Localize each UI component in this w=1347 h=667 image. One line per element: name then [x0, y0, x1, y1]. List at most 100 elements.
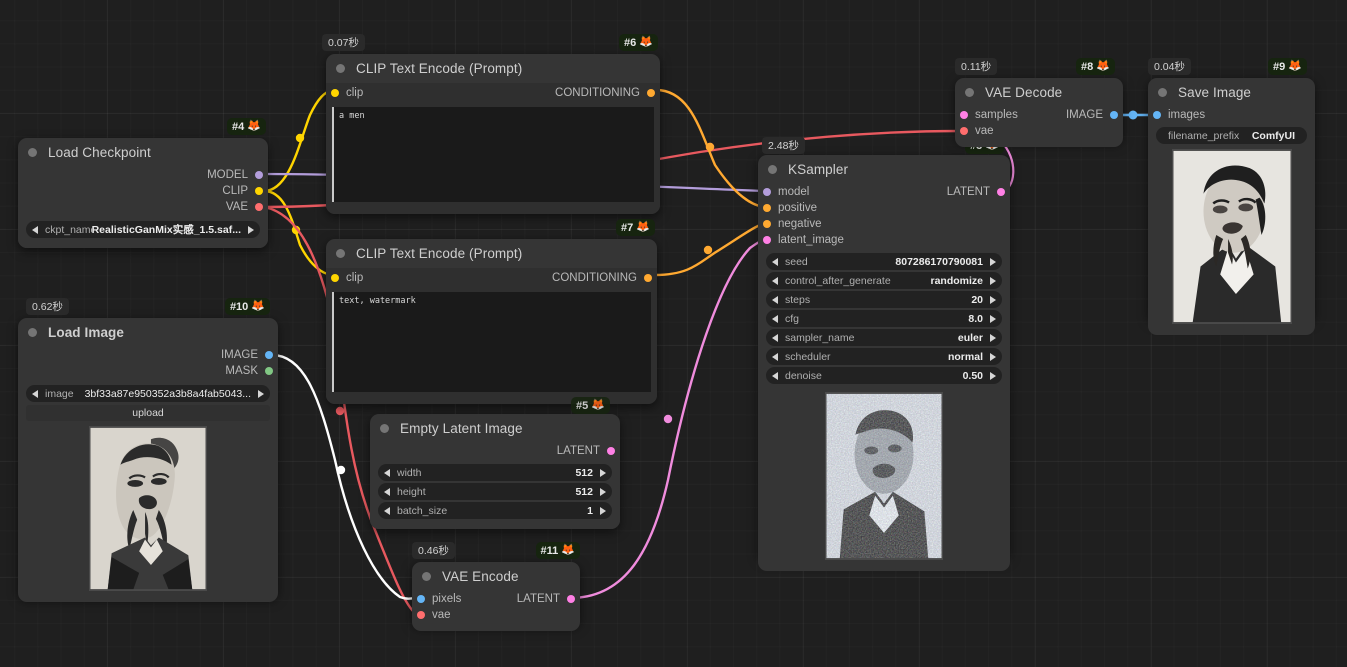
output-dot-model-icon[interactable]: [255, 171, 263, 179]
input-dot-model-icon[interactable]: [763, 188, 771, 196]
increment-arrow-icon[interactable]: [990, 295, 996, 304]
decrement-arrow-icon[interactable]: [772, 276, 778, 285]
widget-sampler-name[interactable]: sampler_name euler: [766, 329, 1002, 346]
input-dot-positive-icon[interactable]: [763, 204, 771, 212]
decrement-arrow-icon[interactable]: [384, 487, 390, 496]
collapse-dot-icon[interactable]: [422, 572, 431, 581]
widget-batch-size[interactable]: batch_size 1: [378, 502, 612, 519]
node-title-clip-negative[interactable]: CLIP Text Encode (Prompt): [326, 239, 657, 268]
node-clip-text-encode-negative[interactable]: #7 🦊 CLIP Text Encode (Prompt) clip COND…: [326, 219, 657, 404]
increment-arrow-icon[interactable]: [990, 314, 996, 323]
increment-arrow-icon[interactable]: [248, 225, 254, 234]
increment-arrow-icon[interactable]: [258, 389, 264, 398]
collapse-dot-icon[interactable]: [1158, 88, 1167, 97]
comfyui-graph-canvas[interactable]: #4 🦊 Load Checkpoint MODEL CLIP VAE ckpt…: [0, 0, 1347, 667]
output-dot-image-icon[interactable]: [265, 351, 273, 359]
decrement-arrow-icon[interactable]: [772, 295, 778, 304]
output-slot-latent[interactable]: LATENT: [370, 443, 620, 459]
node-title-vae-encode[interactable]: VAE Encode: [412, 562, 580, 591]
node-title-load-checkpoint[interactable]: Load Checkpoint: [18, 138, 268, 167]
decrement-arrow-icon[interactable]: [772, 257, 778, 266]
decrement-arrow-icon[interactable]: [32, 225, 38, 234]
output-dot-vae-icon[interactable]: [255, 203, 263, 211]
output-dot-latent-icon[interactable]: [607, 447, 615, 455]
decrement-arrow-icon[interactable]: [772, 314, 778, 323]
node-title-save-image[interactable]: Save Image: [1148, 78, 1315, 107]
upload-button[interactable]: upload: [26, 405, 270, 421]
image-preview-save-image[interactable]: [1171, 149, 1292, 324]
decrement-arrow-icon[interactable]: [772, 371, 778, 380]
output-dot-mask-icon[interactable]: [265, 367, 273, 375]
input-dot-clip-icon[interactable]: [331, 89, 339, 97]
increment-arrow-icon[interactable]: [600, 468, 606, 477]
decrement-arrow-icon[interactable]: [772, 352, 778, 361]
widget-cfg[interactable]: cfg 8.0: [766, 310, 1002, 327]
widget-image-file[interactable]: image 3bf33a87e950352a3b8a4fab5043...: [26, 385, 270, 402]
widget-ckpt-name[interactable]: ckpt_name RealisticGanMix实感_1.5.saf...: [26, 221, 260, 238]
input-dot-clip-icon[interactable]: [331, 274, 339, 282]
widget-filename-prefix[interactable]: filename_prefix ComfyUI: [1156, 127, 1307, 144]
collapse-dot-icon[interactable]: [336, 64, 345, 73]
node-vae-decode[interactable]: 0.11秒 #8 🦊 VAE Decode samples IMAGE vae: [955, 58, 1123, 147]
node-vae-encode[interactable]: 0.46秒 #11 🦊 VAE Encode pixels LATENT vae: [412, 542, 580, 631]
widget-steps[interactable]: steps 20: [766, 291, 1002, 308]
node-clip-text-encode-positive[interactable]: 0.07秒 #6 🦊 CLIP Text Encode (Prompt) cli…: [322, 34, 660, 214]
node-title-empty-latent[interactable]: Empty Latent Image: [370, 414, 620, 443]
collapse-dot-icon[interactable]: [28, 328, 37, 337]
decrement-arrow-icon[interactable]: [772, 333, 778, 342]
input-slot-images[interactable]: images: [1148, 107, 1315, 123]
input-dot-vae-icon[interactable]: [417, 611, 425, 619]
output-dot-image-icon[interactable]: [1110, 111, 1118, 119]
node-title-ksampler[interactable]: KSampler: [758, 155, 1010, 184]
increment-arrow-icon[interactable]: [990, 352, 996, 361]
output-dot-latent-icon[interactable]: [997, 188, 1005, 196]
output-slot-clip[interactable]: CLIP: [18, 183, 268, 199]
widget-width[interactable]: width 512: [378, 464, 612, 481]
node-save-image[interactable]: 0.04秒 #9 🦊 Save Image images filename_pr…: [1148, 58, 1315, 335]
widget-control-after-generate[interactable]: control_after_generate randomize: [766, 272, 1002, 289]
widget-denoise[interactable]: denoise 0.50: [766, 367, 1002, 384]
collapse-dot-icon[interactable]: [768, 165, 777, 174]
input-slot-latent-image[interactable]: latent_image: [758, 232, 1010, 248]
prompt-textarea-positive[interactable]: a men: [332, 107, 654, 202]
node-title-clip-positive[interactable]: CLIP Text Encode (Prompt): [326, 54, 660, 83]
input-dot-vae-icon[interactable]: [960, 127, 968, 135]
increment-arrow-icon[interactable]: [990, 257, 996, 266]
increment-arrow-icon[interactable]: [990, 333, 996, 342]
collapse-dot-icon[interactable]: [28, 148, 37, 157]
decrement-arrow-icon[interactable]: [384, 506, 390, 515]
output-slot-vae[interactable]: VAE: [18, 199, 268, 215]
node-load-image[interactable]: 0.62秒 #10 🦊 Load Image IMAGE MASK image …: [18, 298, 278, 602]
output-slot-image[interactable]: IMAGE: [18, 347, 278, 363]
node-ksampler[interactable]: 2.48秒 #3 🦊 KSampler model LATENT positiv…: [758, 137, 1010, 571]
widget-height[interactable]: height 512: [378, 483, 612, 500]
prompt-textarea-negative[interactable]: text, watermark: [332, 292, 651, 392]
output-slot-mask[interactable]: MASK: [18, 363, 278, 379]
input-dot-negative-icon[interactable]: [763, 220, 771, 228]
increment-arrow-icon[interactable]: [600, 506, 606, 515]
node-empty-latent-image[interactable]: #5 🦊 Empty Latent Image LATENT width 512…: [370, 397, 620, 529]
input-dot-pixels-icon[interactable]: [417, 595, 425, 603]
widget-scheduler[interactable]: scheduler normal: [766, 348, 1002, 365]
decrement-arrow-icon[interactable]: [32, 389, 38, 398]
input-slot-negative[interactable]: negative: [758, 216, 1010, 232]
increment-arrow-icon[interactable]: [600, 487, 606, 496]
input-dot-latent-image-icon[interactable]: [763, 236, 771, 244]
widget-seed[interactable]: seed 807286170790081: [766, 253, 1002, 270]
output-dot-conditioning-icon[interactable]: [647, 89, 655, 97]
image-preview-load-image[interactable]: [89, 426, 207, 591]
input-dot-images-icon[interactable]: [1153, 111, 1161, 119]
collapse-dot-icon[interactable]: [965, 88, 974, 97]
output-dot-latent-icon[interactable]: [567, 595, 575, 603]
input-dot-samples-icon[interactable]: [960, 111, 968, 119]
output-dot-conditioning-icon[interactable]: [644, 274, 652, 282]
output-slot-model[interactable]: MODEL: [18, 167, 268, 183]
collapse-dot-icon[interactable]: [380, 424, 389, 433]
input-slot-vae[interactable]: vae: [412, 607, 580, 623]
input-slot-positive[interactable]: positive: [758, 200, 1010, 216]
increment-arrow-icon[interactable]: [990, 276, 996, 285]
node-title-load-image[interactable]: Load Image: [18, 318, 278, 347]
decrement-arrow-icon[interactable]: [384, 468, 390, 477]
increment-arrow-icon[interactable]: [990, 371, 996, 380]
output-dot-clip-icon[interactable]: [255, 187, 263, 195]
